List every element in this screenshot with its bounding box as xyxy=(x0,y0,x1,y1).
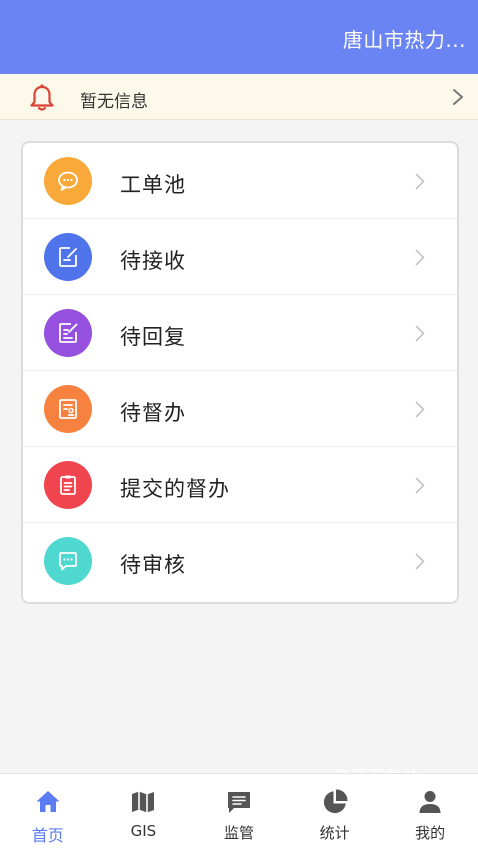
tab-supervise[interactable]: 监管 xyxy=(191,774,287,850)
menu-item-work-order-pool[interactable]: 工单池 xyxy=(23,143,457,219)
edit-note-icon xyxy=(59,247,77,267)
menu-item-label: 待审核 xyxy=(120,553,186,577)
menu-item-pending-receive[interactable]: 待接收 xyxy=(23,219,457,295)
menu-item-icon-bg xyxy=(44,233,92,281)
chevron-right-icon xyxy=(415,477,425,494)
menu-item-icon-bg xyxy=(44,157,92,205)
edit-list-icon xyxy=(59,323,78,343)
chevron-right-icon xyxy=(415,401,425,418)
menu-item-icon-bg xyxy=(44,461,92,509)
menu-item-label: 待回复 xyxy=(120,325,186,349)
chevron-right-icon xyxy=(415,553,425,570)
tab-gis[interactable]: GIS xyxy=(96,774,192,850)
menu-item-label: 提交的督办 xyxy=(120,477,230,501)
tab-label: 统计 xyxy=(319,824,350,842)
notice-bar[interactable]: 暂无信息 xyxy=(0,74,478,120)
menu-item-label: 待接收 xyxy=(120,249,186,273)
document-stamp-icon xyxy=(59,399,77,419)
tab-statistics[interactable]: 统计 xyxy=(287,774,383,850)
notice-text: 暂无信息 xyxy=(80,92,148,112)
menu-item-icon-bg xyxy=(44,385,92,433)
app-header: 唐山市热力... xyxy=(0,0,478,74)
user-icon xyxy=(419,791,441,813)
tab-home[interactable]: 首页 xyxy=(0,774,96,850)
pie-chart-icon xyxy=(323,789,348,814)
clipboard-icon xyxy=(60,475,76,495)
tab-label: 首页 xyxy=(31,826,64,845)
chevron-right-icon xyxy=(453,89,463,105)
tab-label: 我的 xyxy=(415,824,446,842)
menu-item-label: 工单池 xyxy=(120,173,186,197)
tab-label: 监管 xyxy=(223,824,254,842)
header-title: 唐山市热力... xyxy=(342,28,466,52)
chevron-right-icon xyxy=(415,325,425,342)
menu-item-submitted-supervise[interactable]: 提交的督办 xyxy=(23,447,457,523)
chat-bubble-icon xyxy=(58,171,78,191)
menu-item-icon-bg xyxy=(44,309,92,357)
tab-mine[interactable]: 我的 xyxy=(382,774,478,850)
menu-item-pending-reply[interactable]: 待回复 xyxy=(23,295,457,371)
chevron-right-icon xyxy=(415,173,425,190)
message-dots-icon xyxy=(59,552,77,571)
map-icon xyxy=(132,791,155,813)
tab-label: GIS xyxy=(130,822,157,840)
bottom-tab-bar: 首页 GIS 监管 统计 我的 xyxy=(0,773,478,850)
menu-item-pending-review[interactable]: 待审核 xyxy=(23,523,457,599)
bell-icon xyxy=(30,84,54,111)
menu-item-icon-bg xyxy=(44,537,92,585)
chevron-right-icon xyxy=(415,249,425,266)
message-icon xyxy=(227,792,250,813)
menu-item-pending-supervise[interactable]: 待督办 xyxy=(23,371,457,447)
menu-item-label: 待督办 xyxy=(120,401,186,425)
home-icon xyxy=(36,791,60,812)
menu-card: 工单池 待接收 待回复 待督办 提交的督办 待审核 xyxy=(21,141,459,604)
